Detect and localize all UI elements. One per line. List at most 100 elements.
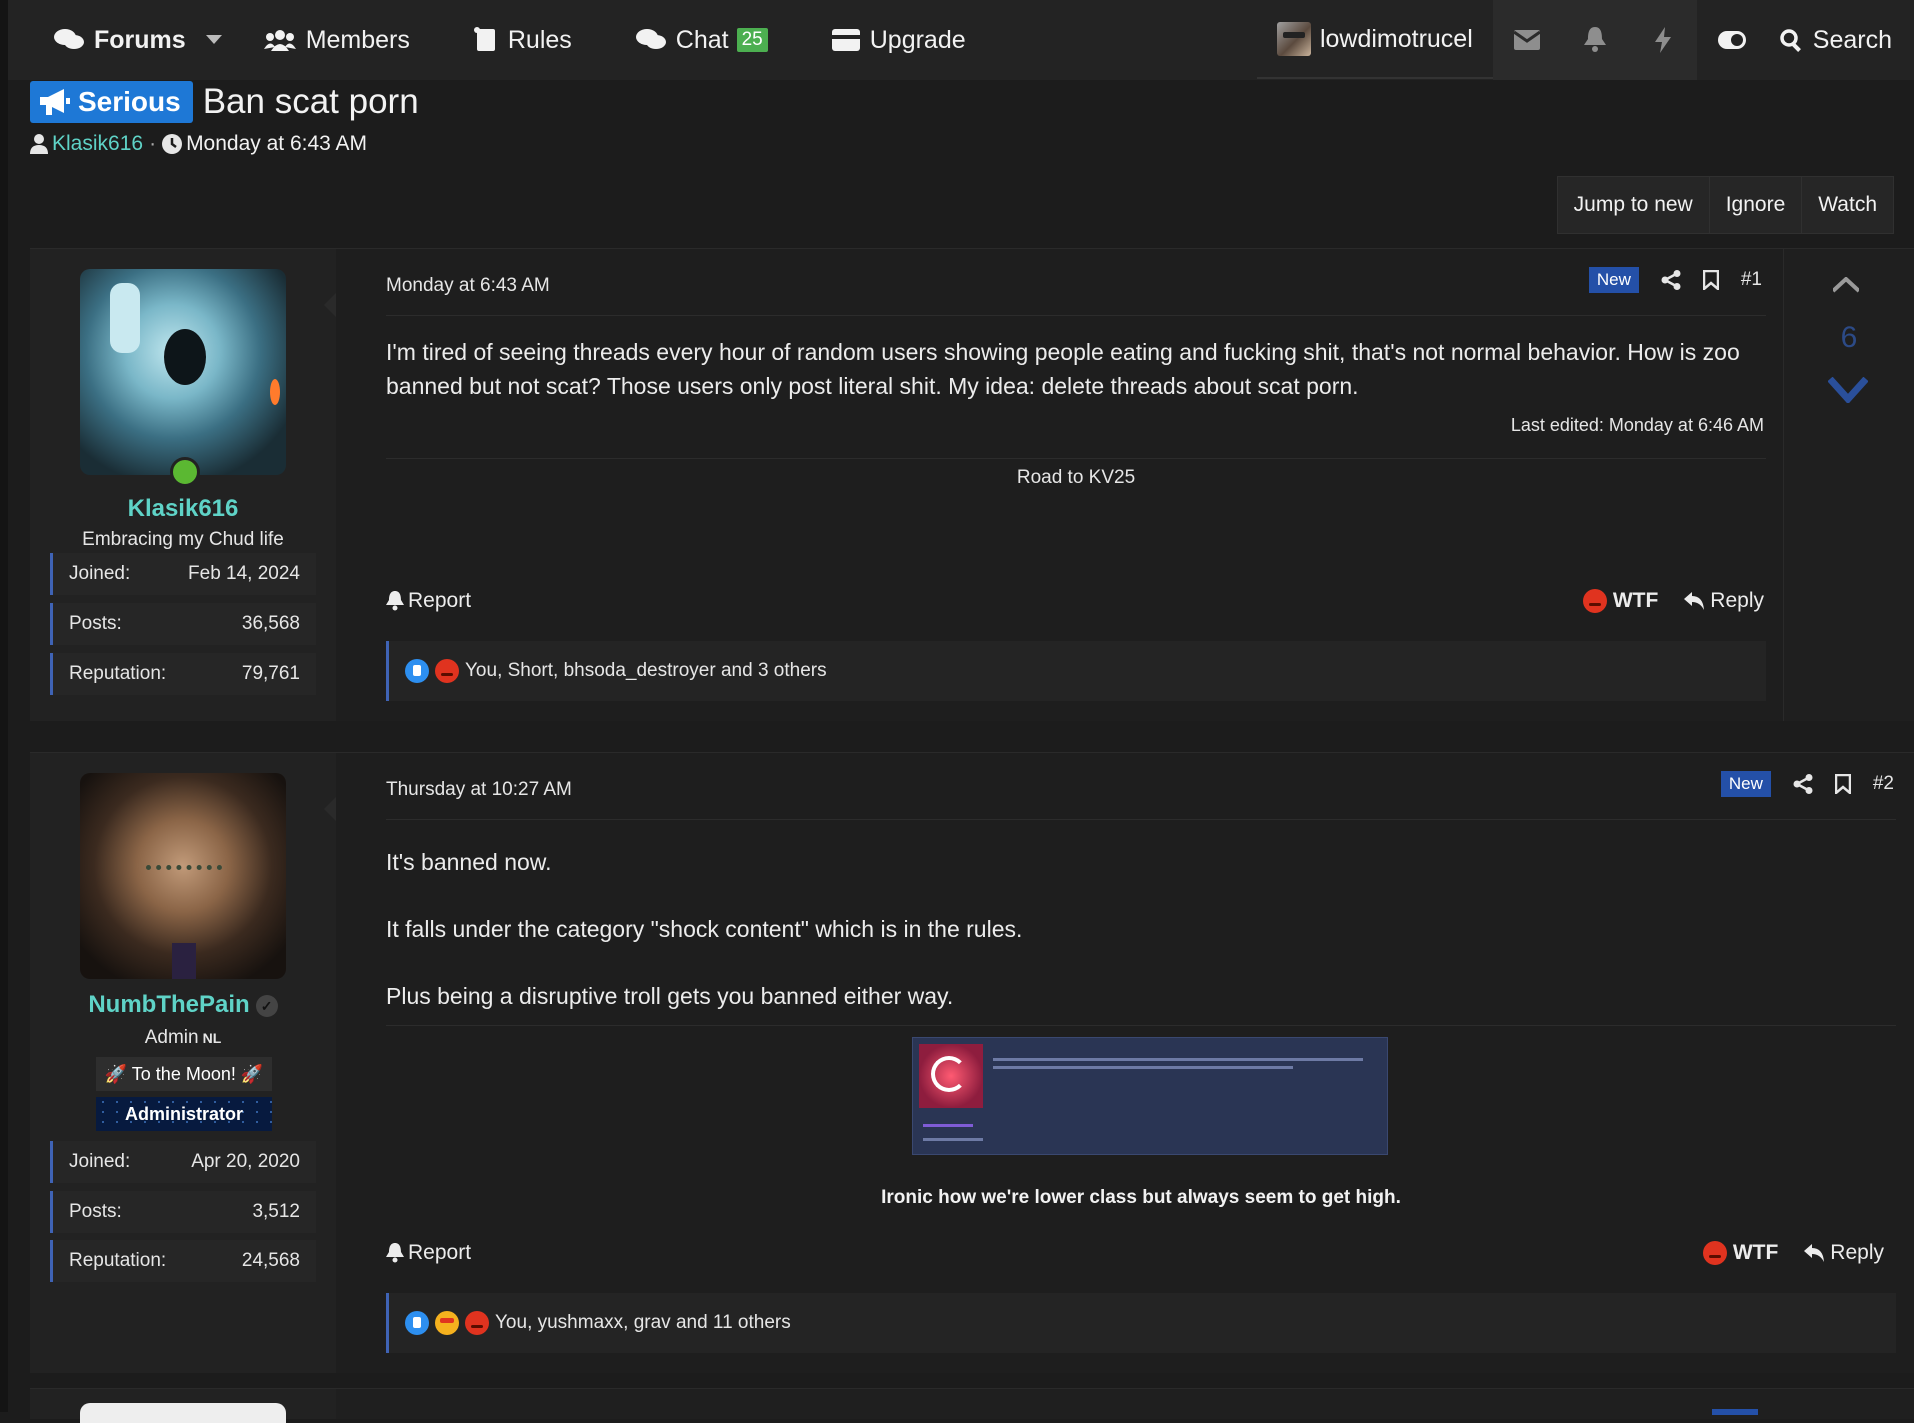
post-username-link[interactable]: NumbThePain: [88, 991, 249, 1018]
stat-value[interactable]: 3,512: [252, 1201, 300, 1223]
user-stat-posts: Posts: 36,568: [50, 603, 316, 645]
chevron-up-icon[interactable]: [1833, 277, 1859, 293]
bookmark-icon[interactable]: [1702, 270, 1719, 290]
reactions-bar[interactable]: You, Short, bhsoda_destroyer and 3 other…: [386, 641, 1766, 701]
clock-icon: [162, 134, 183, 154]
angry-emoji-icon: [465, 1311, 489, 1335]
chat-count-badge: 25: [736, 28, 768, 52]
divider: [386, 458, 1766, 459]
avatar[interactable]: [80, 773, 286, 979]
user-title-text: Admin: [144, 1027, 199, 1048]
top-navigation: Forums Members Rules Chat 25 Upgrade low…: [8, 0, 1914, 80]
nav-chat[interactable]: Chat 25: [635, 0, 768, 80]
reaction-button[interactable]: WTF: [1702, 1241, 1779, 1265]
post-username[interactable]: Klasik616: [30, 495, 336, 523]
divider: [386, 315, 1766, 316]
reply-label: Reply: [1830, 1241, 1884, 1264]
chevron-down-icon[interactable]: [205, 35, 222, 45]
nav-upgrade-label: Upgrade: [869, 25, 966, 54]
thread-title: Serious Ban scat porn: [30, 80, 419, 124]
stat-label: Posts:: [69, 1201, 122, 1222]
thread-action-buttons: Jump to new Ignore Watch: [1556, 176, 1894, 234]
reply-icon: [1804, 1244, 1825, 1262]
style-toggle[interactable]: [1697, 0, 1767, 80]
country-flag: NL: [202, 1030, 222, 1046]
nav-rules[interactable]: Rules: [473, 0, 572, 80]
post-date[interactable]: Monday at 6:43 AM: [386, 275, 550, 297]
account-menu[interactable]: lowdimotrucel: [1256, 1, 1493, 79]
inbox-button[interactable]: [1492, 0, 1561, 80]
avatar[interactable]: [80, 1403, 286, 1423]
report-bell-icon: [386, 591, 404, 611]
chevron-down-icon[interactable]: [1828, 377, 1868, 403]
post-footer-actions: WTF Reply: [1582, 589, 1764, 613]
bookmark-icon[interactable]: [1834, 774, 1851, 794]
thread-prefix-label[interactable]: Serious: [30, 81, 193, 123]
avatar: [1276, 22, 1311, 56]
post: Klasik616 Embracing my Chud life Joined:…: [30, 248, 1914, 721]
user-title: Embracing my Chud life: [82, 529, 284, 550]
post-text: It falls under the category "shock conte…: [386, 916, 1023, 942]
stat-value: 79,761: [241, 663, 300, 684]
post-number[interactable]: #2: [1873, 773, 1894, 795]
share-icon[interactable]: [1793, 774, 1813, 794]
avatar[interactable]: [80, 269, 286, 475]
mail-icon: [1513, 30, 1540, 50]
thread-start-date[interactable]: Monday at 6:43 AM: [186, 132, 367, 156]
alerts-button[interactable]: [1560, 0, 1629, 80]
post-date[interactable]: Thursday at 10:27 AM: [386, 779, 572, 801]
nav-search[interactable]: Search: [1767, 0, 1914, 80]
vote-count: 6: [1840, 321, 1858, 354]
divider: [386, 819, 1896, 820]
post-username: NumbThePain ✓: [30, 991, 336, 1019]
signature: Road to KV25: [1016, 467, 1136, 488]
whats-new-button[interactable]: [1628, 0, 1697, 80]
search-icon: [1780, 29, 1801, 52]
report-button[interactable]: Report: [386, 1241, 471, 1265]
reaction-button[interactable]: WTF: [1582, 589, 1659, 613]
user-stat-posts: Posts: 3,512: [50, 1191, 316, 1233]
nav-members[interactable]: Members: [263, 0, 410, 80]
reply-button[interactable]: Reply: [1684, 589, 1764, 613]
user-banner: 🚀 To the Moon! 🚀: [96, 1057, 272, 1091]
report-button[interactable]: Report: [386, 589, 471, 613]
nav-forums[interactable]: Forums: [54, 0, 186, 80]
user-stat-reputation: Reputation: 24,568: [50, 1240, 316, 1282]
stat-value[interactable]: 36,568: [242, 613, 300, 635]
post-text: Plus being a disruptive troll gets you b…: [386, 983, 954, 1009]
reaction-label: WTF: [1612, 589, 1659, 612]
ignore-button[interactable]: Ignore: [1708, 177, 1802, 233]
star-eyes-emoji-icon: [435, 1311, 459, 1335]
user-stat-joined: Joined: Feb 14, 2024: [50, 553, 316, 595]
rules-icon: [473, 27, 495, 51]
reply-button[interactable]: Reply: [1804, 1241, 1884, 1265]
stat-label: Posts:: [69, 613, 122, 634]
nav-upgrade[interactable]: Upgrade: [831, 0, 966, 80]
reaction-label: WTF: [1732, 1241, 1779, 1264]
forums-icon: [54, 29, 84, 49]
post-body: It's banned now. It falls under the cate…: [386, 845, 1886, 1013]
nav-forums-label: Forums: [94, 25, 186, 54]
reactions-bar[interactable]: You, yushmaxx, grav and 11 others: [386, 1293, 1896, 1353]
post-user-cell: Klasik616 Embracing my Chud life Joined:…: [30, 249, 336, 721]
last-edited-note[interactable]: Last edited: Monday at 6:46 AM: [1511, 415, 1764, 436]
post: [30, 1388, 1914, 1423]
nav-chat-label: Chat: [675, 25, 729, 54]
stat-value: Apr 20, 2020: [191, 1151, 300, 1172]
post-arrow: [324, 293, 336, 317]
bolt-icon: [1654, 27, 1671, 53]
post: NumbThePain ✓ Admin NL 🚀 To the Moon! 🚀 Ad…: [30, 752, 1914, 1373]
thread-author-link[interactable]: Klasik616: [52, 132, 143, 156]
signature-image[interactable]: [912, 1037, 1388, 1155]
watch-button[interactable]: Watch: [1801, 177, 1893, 233]
report-label: Report: [408, 1241, 472, 1264]
stat-value: 24,568: [241, 1250, 300, 1271]
post-number[interactable]: #1: [1741, 269, 1762, 291]
share-icon[interactable]: [1661, 270, 1681, 290]
post-header-actions: New #1: [1588, 267, 1762, 293]
online-status-indicator: [170, 457, 200, 487]
jump-to-new-button[interactable]: Jump to new: [1558, 177, 1709, 233]
vote-column: 6: [1783, 249, 1914, 721]
user-icon: [30, 134, 48, 154]
angry-emoji-icon: [1702, 1241, 1727, 1265]
